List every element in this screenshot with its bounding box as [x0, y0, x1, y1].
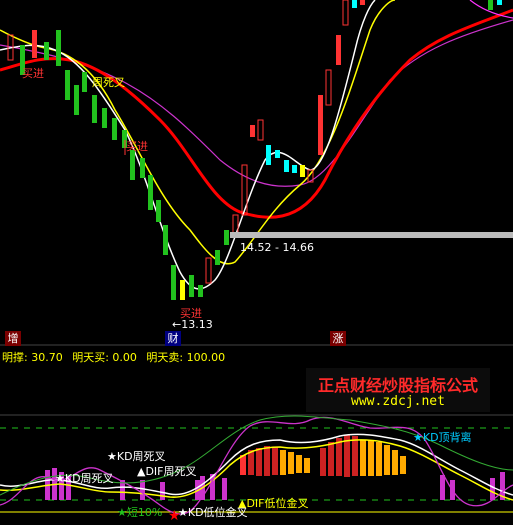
- banner-url[interactable]: www.zdcj.net: [306, 394, 490, 409]
- buy-label-1: 买进: [22, 67, 44, 80]
- chart-canvas: ★: [0, 0, 513, 524]
- histogram: [45, 435, 505, 500]
- tag-zeng[interactable]: 增: [5, 331, 21, 346]
- candles: [7, 0, 502, 300]
- low-price-label: ←13.13: [172, 318, 213, 331]
- kd-low-golden-label: ★KD低位金叉: [178, 506, 248, 519]
- dif-dead-cross-label: ▲DIF周死叉: [137, 465, 197, 478]
- banner-title: 正点财经炒股指标公式: [317, 376, 478, 395]
- short-term-label: ★短10%: [117, 506, 163, 519]
- support-value: 明撑: 30.70: [2, 351, 63, 364]
- kd-top-divergence-label: ★KD顶背离: [413, 431, 472, 444]
- tag-cai[interactable]: 财: [165, 331, 181, 346]
- price-range-label: 14.52 - 14.66: [240, 241, 314, 254]
- kd-dead-cross-label-1: ★KD周死叉: [107, 450, 166, 463]
- dif-low-golden-label: ▲DIF低位金叉: [238, 497, 309, 510]
- price-range-bar: [230, 232, 513, 238]
- watermark-banner: 正点财经炒股指标公式 www.zdcj.net: [306, 368, 490, 412]
- kd-dead-cross-label: 周死叉: [92, 76, 125, 89]
- kd-dead-cross-label-2: ★KD周死叉: [55, 472, 114, 485]
- tag-zhang[interactable]: 涨: [330, 331, 346, 346]
- indicator-status-bar: 明撑: 30.70 明天买: 0.00 明天卖: 100.00: [2, 349, 231, 365]
- sell-tomorrow-value: 明天卖: 100.00: [146, 351, 226, 364]
- buy-tomorrow-value: 明天买: 0.00: [72, 351, 137, 364]
- buy-label-2: 买进: [126, 140, 148, 153]
